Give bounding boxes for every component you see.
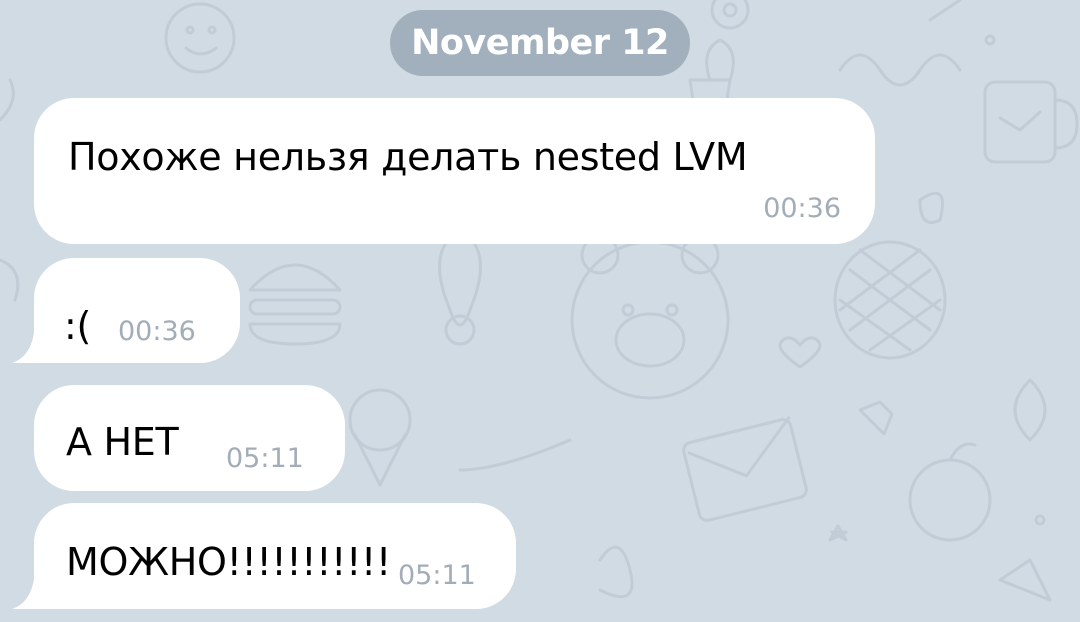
message-text: А НЕТ [66, 420, 179, 464]
message-text: :( [64, 304, 92, 348]
message-time: 00:36 [118, 316, 196, 347]
message-bubble[interactable]: МОЖНО!!!!!!!!!!! 05:11 [34, 503, 516, 609]
message-bubble[interactable]: Похоже нельзя делать nested LVM 00:36 [34, 98, 875, 244]
message-time: 00:36 [763, 193, 841, 224]
message-text: МОЖНО!!!!!!!!!!! [66, 540, 391, 584]
date-label: November 12 [411, 23, 669, 63]
message-bubble[interactable]: :( 00:36 [34, 258, 240, 363]
message-time: 05:11 [226, 443, 304, 474]
message-text: Похоже нельзя делать nested LVM [68, 135, 748, 179]
message-time: 05:11 [398, 560, 476, 591]
message-bubble[interactable]: А НЕТ 05:11 [34, 385, 345, 491]
date-separator: November 12 [390, 10, 690, 76]
